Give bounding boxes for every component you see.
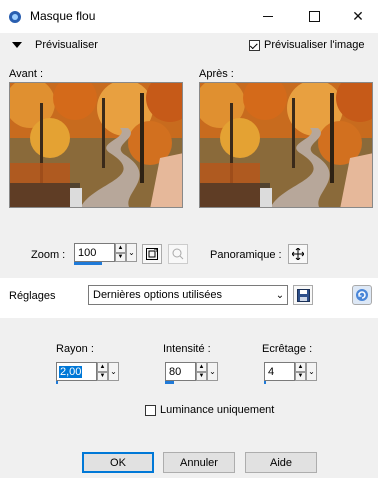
cancel-button[interactable]: Annuler xyxy=(163,452,235,473)
after-preview-image[interactable] xyxy=(199,82,373,208)
zoom-disabled-icon xyxy=(168,244,188,264)
zoom-input[interactable]: 100 xyxy=(74,243,115,262)
preview-section-label[interactable]: Prévisualiser xyxy=(35,39,98,51)
app-icon xyxy=(8,10,22,24)
radius-level-bar xyxy=(56,381,58,384)
save-preset-icon[interactable] xyxy=(293,285,313,305)
spin-down-icon[interactable]: ▼ xyxy=(295,371,306,381)
fit-to-window-icon[interactable] xyxy=(142,244,162,264)
window-title: Masque flou xyxy=(30,9,96,23)
before-label: Avant : xyxy=(9,68,44,80)
presets-dropdown-icon[interactable]: ⌄ xyxy=(273,286,287,304)
presets-select[interactable]: Dernières options utilisées ⌄ xyxy=(88,285,288,305)
intensity-dropdown-icon[interactable]: ⌄ xyxy=(207,362,218,381)
radius-value: 2,00 xyxy=(59,365,83,378)
close-icon[interactable]: ✕ xyxy=(336,0,378,33)
intensity-label: Intensité : xyxy=(163,343,211,355)
clip-dropdown-icon[interactable]: ⌄ xyxy=(306,362,317,381)
zoom-label: Zoom : xyxy=(31,249,66,261)
spin-up-icon[interactable]: ▲ xyxy=(295,362,306,372)
radius-spinner[interactable]: ▲ ▼ xyxy=(97,362,108,381)
radius-dropdown-icon[interactable]: ⌄ xyxy=(108,362,119,381)
luminance-label: Luminance uniquement xyxy=(160,404,275,416)
zoom-dropdown-icon[interactable]: ⌄ xyxy=(126,243,137,262)
radius-input[interactable]: 2,00 xyxy=(56,362,97,381)
pan-label: Panoramique : xyxy=(210,249,282,261)
pan-move-icon[interactable] xyxy=(288,244,308,264)
before-preview-image[interactable] xyxy=(9,82,183,208)
spin-down-icon[interactable]: ▼ xyxy=(196,371,207,381)
zoom-spinner[interactable]: ▲ ▼ xyxy=(115,243,126,262)
ok-button[interactable]: OK xyxy=(82,452,154,473)
after-label: Après : xyxy=(199,68,234,80)
help-button[interactable]: Aide xyxy=(245,452,317,473)
presets-selected-value: Dernières options utilisées xyxy=(93,289,223,301)
spin-down-icon[interactable]: ▼ xyxy=(97,371,108,381)
clip-input[interactable]: 4 xyxy=(264,362,295,381)
radius-label: Rayon : xyxy=(56,343,94,355)
checkmark-icon xyxy=(249,40,258,49)
zoom-level-bar xyxy=(74,262,102,265)
maximize-icon[interactable] xyxy=(292,0,336,33)
preview-image-checkbox[interactable] xyxy=(249,40,260,51)
spin-down-icon[interactable]: ▼ xyxy=(115,252,126,262)
clip-spinner[interactable]: ▲ ▼ xyxy=(295,362,306,381)
presets-label: Réglages xyxy=(9,290,56,302)
spin-up-icon[interactable]: ▲ xyxy=(196,362,207,372)
clip-label: Ecrêtage : xyxy=(262,343,313,355)
collapse-arrow-icon[interactable] xyxy=(12,42,22,48)
luminance-checkbox[interactable] xyxy=(145,405,156,416)
preview-image-label: Prévisualiser l'image xyxy=(264,39,365,51)
spin-up-icon[interactable]: ▲ xyxy=(97,362,108,372)
spin-up-icon[interactable]: ▲ xyxy=(115,243,126,253)
intensity-input[interactable]: 80 xyxy=(165,362,196,381)
intensity-spinner[interactable]: ▲ ▼ xyxy=(196,362,207,381)
intensity-level-bar xyxy=(165,381,174,384)
reset-default-icon[interactable] xyxy=(352,285,372,305)
clip-level-bar xyxy=(264,381,266,384)
minimize-icon[interactable] xyxy=(246,0,290,33)
